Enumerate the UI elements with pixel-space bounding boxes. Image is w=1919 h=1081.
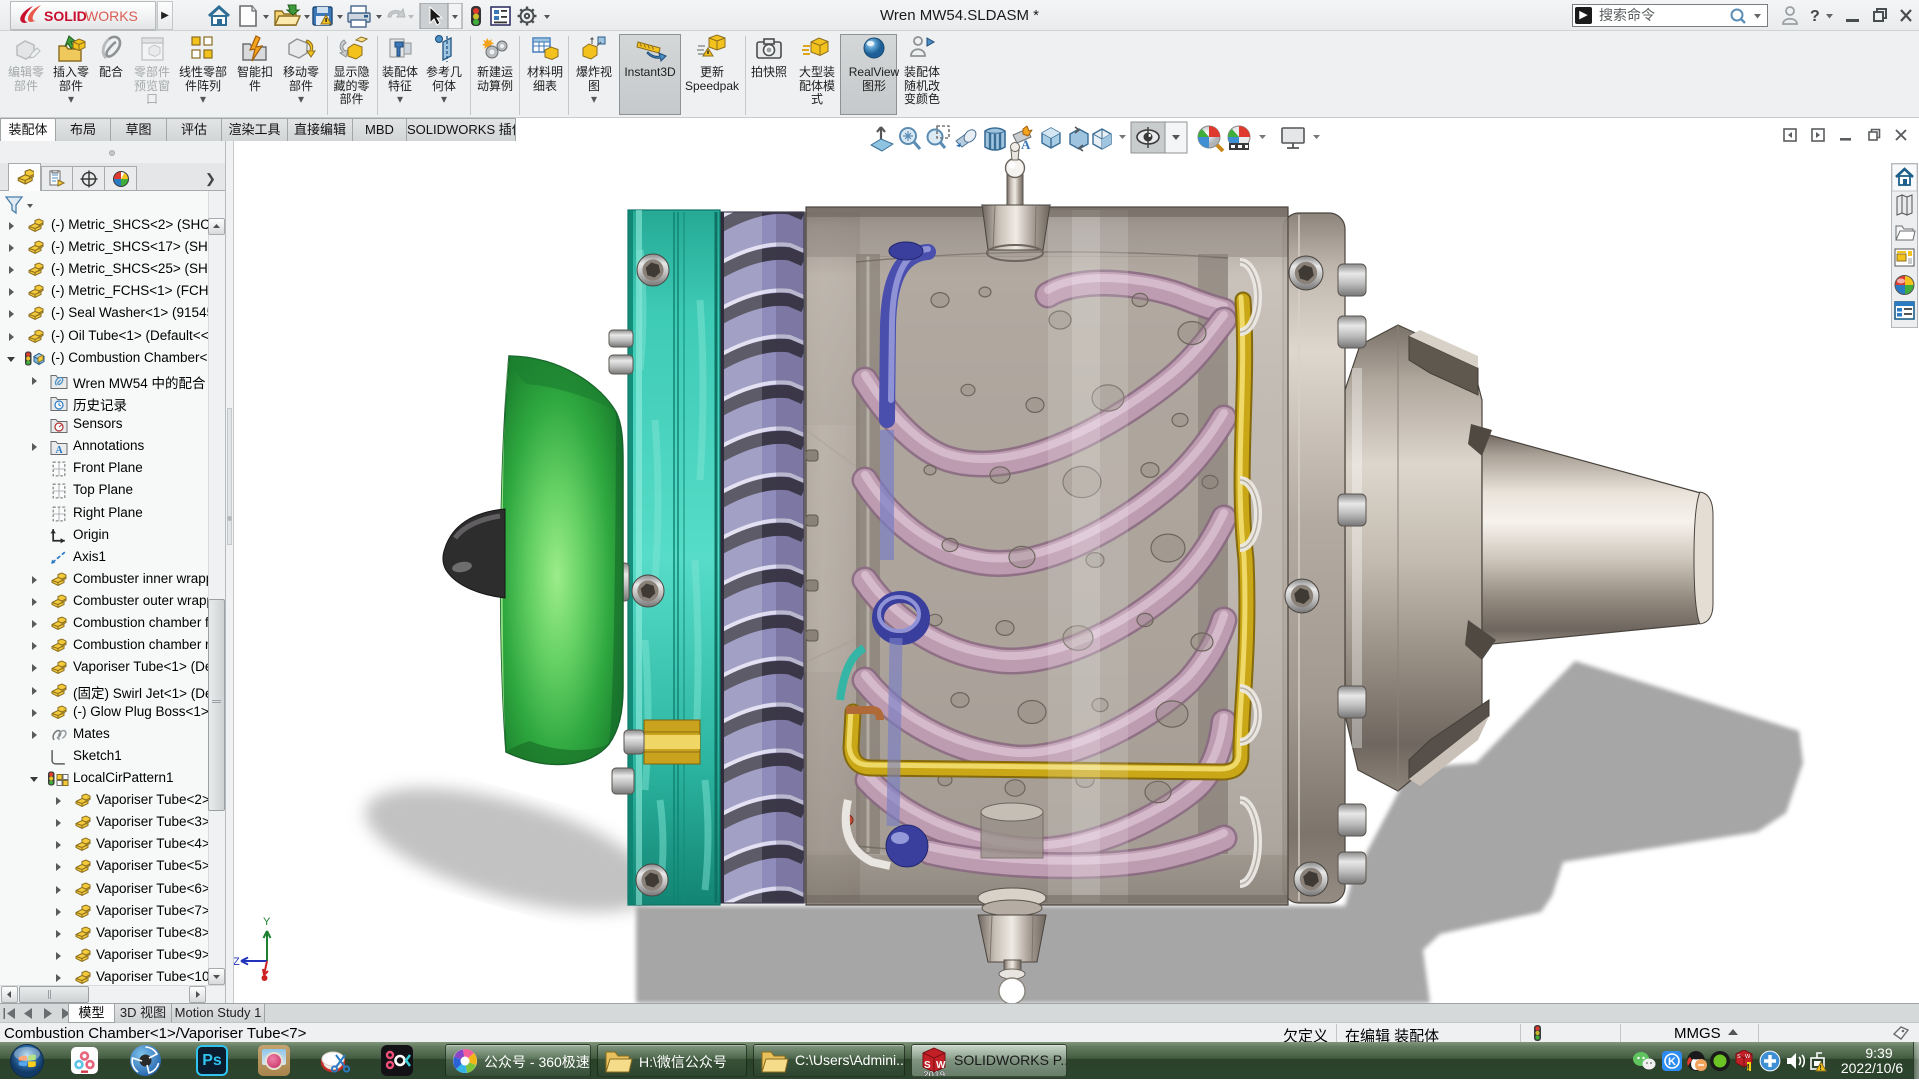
svg-text:S: S [1737,1054,1741,1060]
svg-text:Y: Y [263,916,271,928]
svg-text:A: A [56,445,64,456]
svg-text:?: ? [1810,8,1820,25]
svg-text:!: ! [1820,1065,1822,1072]
svg-text:!: ! [1747,1063,1750,1072]
svg-text:2019: 2019 [923,1070,946,1077]
svg-text:WORKS: WORKS [85,8,138,24]
svg-text:Z: Z [233,956,240,968]
svg-text:W: W [1745,1054,1751,1060]
svg-text:A: A [1021,137,1031,152]
svg-text:SOLID: SOLID [44,8,87,24]
svg-text:K: K [1668,1056,1676,1068]
